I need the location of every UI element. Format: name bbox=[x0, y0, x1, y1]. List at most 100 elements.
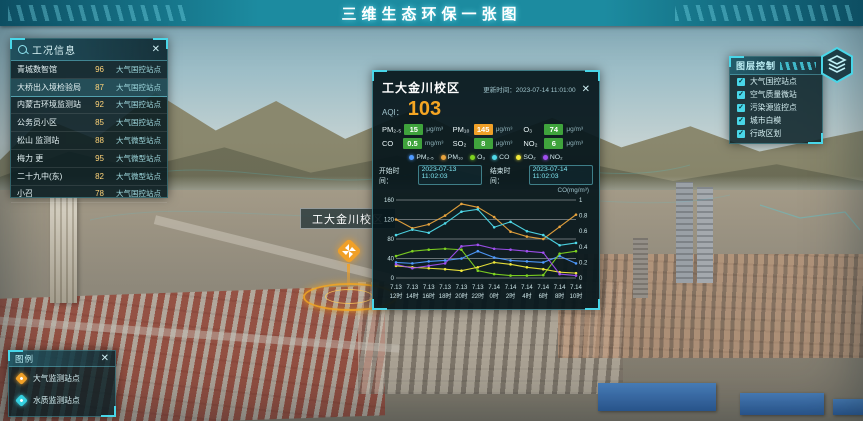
station-list-header: 工况信息 ✕ bbox=[11, 39, 167, 61]
checkbox-icon[interactable]: ✓ bbox=[737, 91, 745, 99]
layer-item[interactable]: ✓ 大气国控站点 bbox=[730, 75, 822, 88]
pollutant-name: NO₂ bbox=[523, 139, 541, 148]
pollutant-value-chip: 145 bbox=[474, 124, 493, 135]
app-header: 三维生态环保一张图 bbox=[0, 0, 863, 26]
checkbox-icon[interactable]: ✓ bbox=[737, 78, 745, 86]
pollutant-name: CO bbox=[382, 139, 400, 148]
legend-label: SO₂ bbox=[523, 154, 535, 161]
legend-item[interactable]: SO₂ bbox=[516, 154, 535, 161]
svg-text:7.14: 7.14 bbox=[488, 285, 500, 291]
svg-text:7.14: 7.14 bbox=[521, 285, 533, 291]
station-type: 大气国控站点 bbox=[109, 82, 161, 93]
svg-text:20时: 20时 bbox=[455, 292, 468, 300]
midrise-tower bbox=[633, 238, 648, 298]
pollutant-cell: CO0.5mg/m³ bbox=[382, 138, 449, 149]
layer-label: 大气国控站点 bbox=[750, 76, 797, 87]
legend-title: 图例 bbox=[15, 353, 101, 365]
map-legend-panel: 图例 ✕ 大气监测站点水质监测站点 bbox=[8, 350, 116, 417]
svg-text:0.8: 0.8 bbox=[579, 214, 588, 220]
list-item[interactable]: 二十九中(东)82大气微型站点 bbox=[11, 168, 167, 186]
svg-text:80: 80 bbox=[387, 237, 394, 243]
station-name: 公务员小区 bbox=[17, 117, 82, 128]
svg-text:18时: 18时 bbox=[439, 292, 452, 300]
svg-text:0.6: 0.6 bbox=[579, 229, 588, 235]
pollutant-unit: μg/m³ bbox=[496, 140, 513, 147]
station-name: 二十九中(东) bbox=[17, 171, 82, 182]
list-item[interactable]: 梅力 更95大气微型站点 bbox=[11, 150, 167, 168]
legend-item[interactable]: NO₂ bbox=[543, 154, 563, 161]
station-type: 大气国控站点 bbox=[109, 188, 161, 199]
station-type: 大气国控站点 bbox=[109, 64, 161, 75]
station-value: 95 bbox=[82, 154, 104, 163]
svg-text:16时: 16时 bbox=[422, 292, 435, 300]
layer-item[interactable]: ✓ 污染源监控点 bbox=[730, 101, 822, 114]
svg-text:4时: 4时 bbox=[522, 292, 531, 300]
checkbox-icon[interactable]: ✓ bbox=[737, 104, 745, 112]
app-title: 三维生态环保一张图 bbox=[341, 3, 521, 24]
pollutant-unit: mg/m³ bbox=[425, 140, 443, 147]
svg-text:0时: 0时 bbox=[490, 292, 499, 300]
legend-dot bbox=[409, 155, 414, 160]
pollutant-unit: μg/m³ bbox=[426, 126, 443, 133]
legend-dot bbox=[492, 155, 497, 160]
svg-text:1: 1 bbox=[579, 198, 583, 204]
close-icon[interactable]: ✕ bbox=[152, 45, 160, 55]
update-time: 更新时间：2023-07-14 11:01:00 bbox=[466, 84, 576, 94]
station-value: 85 bbox=[82, 118, 104, 127]
layer-control-panel: 图层控制 ✓大气国控站点✓空气质量微站✓污染源监控点✓城市白模✓行政区划 bbox=[729, 56, 823, 144]
list-item[interactable]: 松山 监测站88大气微型站点 bbox=[11, 132, 167, 150]
aqi-label: AQI： bbox=[382, 107, 404, 118]
legend-item[interactable]: PM₁₀ bbox=[441, 154, 463, 161]
svg-text:8时: 8时 bbox=[555, 292, 564, 300]
station-name: 大桥出入境检验局 bbox=[17, 82, 82, 93]
highrise-tower bbox=[676, 182, 693, 283]
layer-item[interactable]: ✓行政区划 bbox=[730, 127, 822, 140]
layer-item[interactable]: ✓城市白模 bbox=[730, 114, 822, 127]
list-item[interactable]: 小召78大气国控站点 bbox=[11, 186, 167, 204]
pollutant-name: PM₁₀ bbox=[453, 125, 471, 134]
start-time-label: 开始时间： bbox=[379, 165, 410, 185]
list-item[interactable]: 公务员小区85大气国控站点 bbox=[11, 114, 167, 132]
station-detail-popup: 工大金川校区 更新时间：2023-07-14 11:01:00 ✕ AQI： 1… bbox=[372, 70, 600, 310]
checkbox-icon[interactable]: ✓ bbox=[737, 117, 745, 125]
layer-label: 污染源监控点 bbox=[750, 102, 797, 113]
pollutant-unit: μg/m³ bbox=[566, 126, 583, 133]
layer-label: 空气质量微站 bbox=[750, 89, 797, 100]
svg-text:22时: 22时 bbox=[471, 292, 484, 300]
svg-text:7.13: 7.13 bbox=[407, 285, 419, 291]
legend-item[interactable]: PM₂.₅ bbox=[409, 154, 433, 161]
start-time-input[interactable]: 2023-07-13 11:02:03 bbox=[418, 165, 482, 185]
station-value: 82 bbox=[82, 172, 104, 181]
pollutant-cell: SO₂8μg/m³ bbox=[453, 138, 520, 149]
pollutant-cell: O₃74μg/m³ bbox=[523, 124, 590, 135]
end-time-label: 结束时间： bbox=[490, 165, 521, 185]
legend-dot bbox=[441, 155, 446, 160]
layers-hexagon-button[interactable] bbox=[818, 46, 856, 84]
station-list: 青城数智馆96大气国控站点大桥出入境检验局87大气国控站点内蒙古环境监测站92大… bbox=[11, 61, 167, 203]
svg-text:10时: 10时 bbox=[570, 292, 583, 300]
pollutant-name: O₃ bbox=[523, 125, 541, 134]
layer-item[interactable]: ✓ 空气质量微站 bbox=[730, 88, 822, 101]
blue-roof-warehouse bbox=[833, 399, 863, 415]
list-item[interactable]: 大桥出入境检验局87 大气国控站点 bbox=[11, 79, 167, 97]
legend-item[interactable]: O₃ bbox=[470, 154, 485, 161]
station-pin-icon[interactable] bbox=[334, 236, 364, 266]
pollutant-name: SO₂ bbox=[453, 139, 471, 148]
close-icon[interactable]: ✕ bbox=[582, 85, 590, 95]
svg-text:7.14: 7.14 bbox=[505, 285, 517, 291]
close-icon[interactable]: ✕ bbox=[101, 354, 109, 364]
svg-text:0.4: 0.4 bbox=[579, 245, 588, 251]
station-value: 87 bbox=[82, 83, 104, 92]
legend-dot bbox=[470, 155, 475, 160]
svg-text:2时: 2时 bbox=[506, 292, 515, 300]
svg-text:7.14: 7.14 bbox=[570, 285, 582, 291]
station-name: 内蒙古环境监测站 bbox=[17, 99, 82, 110]
svg-text:120: 120 bbox=[384, 218, 395, 224]
list-item[interactable]: 青城数智馆96大气国控站点 bbox=[11, 61, 167, 79]
svg-text:7.13: 7.13 bbox=[423, 285, 435, 291]
list-item[interactable]: 内蒙古环境监测站92大气国控站点 bbox=[11, 97, 167, 115]
legend-item[interactable]: CO bbox=[492, 154, 509, 161]
pollutant-grid: PM₂.₅15μg/m³PM₁₀145μg/m³O₃74μg/m³CO0.5mg… bbox=[373, 120, 599, 151]
checkbox-icon[interactable]: ✓ bbox=[737, 130, 745, 138]
end-time-input[interactable]: 2023-07-14 11:02:03 bbox=[529, 165, 593, 185]
